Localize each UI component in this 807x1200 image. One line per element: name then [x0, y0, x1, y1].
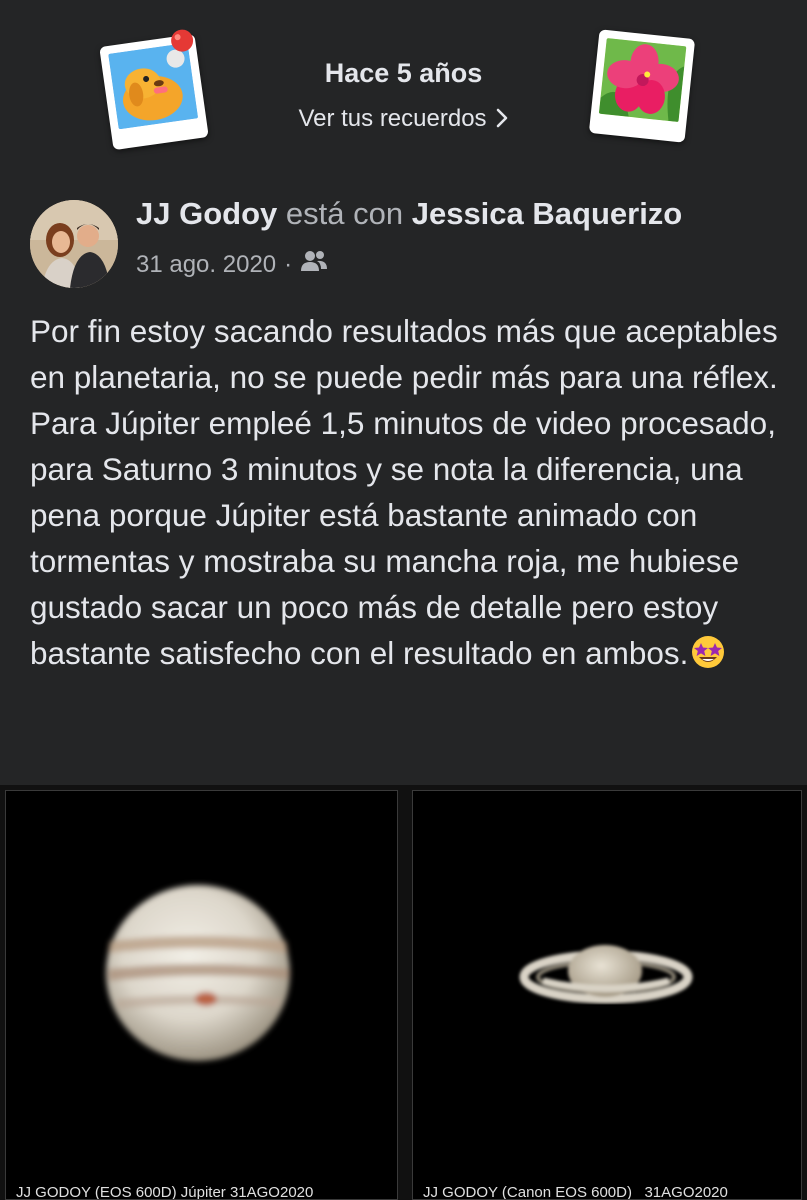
avatar[interactable] [30, 200, 118, 288]
meta-separator: · [284, 250, 293, 278]
author-name[interactable]: JJ Godoy [136, 196, 277, 231]
saturn-caption: JJ GODOY (Canon EOS 600D) 31AGO2020 [423, 1184, 728, 1200]
post-meta: 31 ago. 2020 · [136, 250, 328, 279]
jupiter-caption: JJ GODOY (EOS 600D) Júpiter 31AGO2020 [16, 1184, 314, 1200]
see-memories-label: Ver tus recuerdos [298, 105, 487, 132]
star-struck-emoji-icon [690, 634, 726, 670]
post-header: JJ Godoy está con Jessica Baquerizo 31 a… [0, 190, 807, 290]
post-text: Por fin estoy sacando resultados más que… [30, 313, 778, 671]
saturn-photo[interactable]: JJ GODOY (Canon EOS 600D) 31AGO2020 [412, 790, 802, 1200]
jupiter-photo[interactable]: JJ GODOY (EOS 600D) Júpiter 31AGO2020 [5, 790, 398, 1200]
memories-banner[interactable]: Hace 5 años Ver tus recuerdos [0, 0, 807, 180]
hibiscus-photo-sticker-icon [588, 29, 696, 143]
photo-gallery: JJ GODOY (EOS 600D) Júpiter 31AGO2020 JJ… [0, 785, 807, 1200]
friends-icon [300, 250, 328, 279]
tagged-person-name[interactable]: Jessica Baquerizo [412, 196, 683, 231]
with-text: está con [285, 196, 404, 231]
author-line: JJ Godoy está con Jessica Baquerizo [136, 196, 682, 232]
post-date[interactable]: 31 ago. 2020 [136, 251, 276, 279]
post-body: Por fin estoy sacando resultados más que… [30, 308, 790, 676]
pin-icon [171, 29, 194, 52]
chevron-right-icon [495, 102, 509, 133]
